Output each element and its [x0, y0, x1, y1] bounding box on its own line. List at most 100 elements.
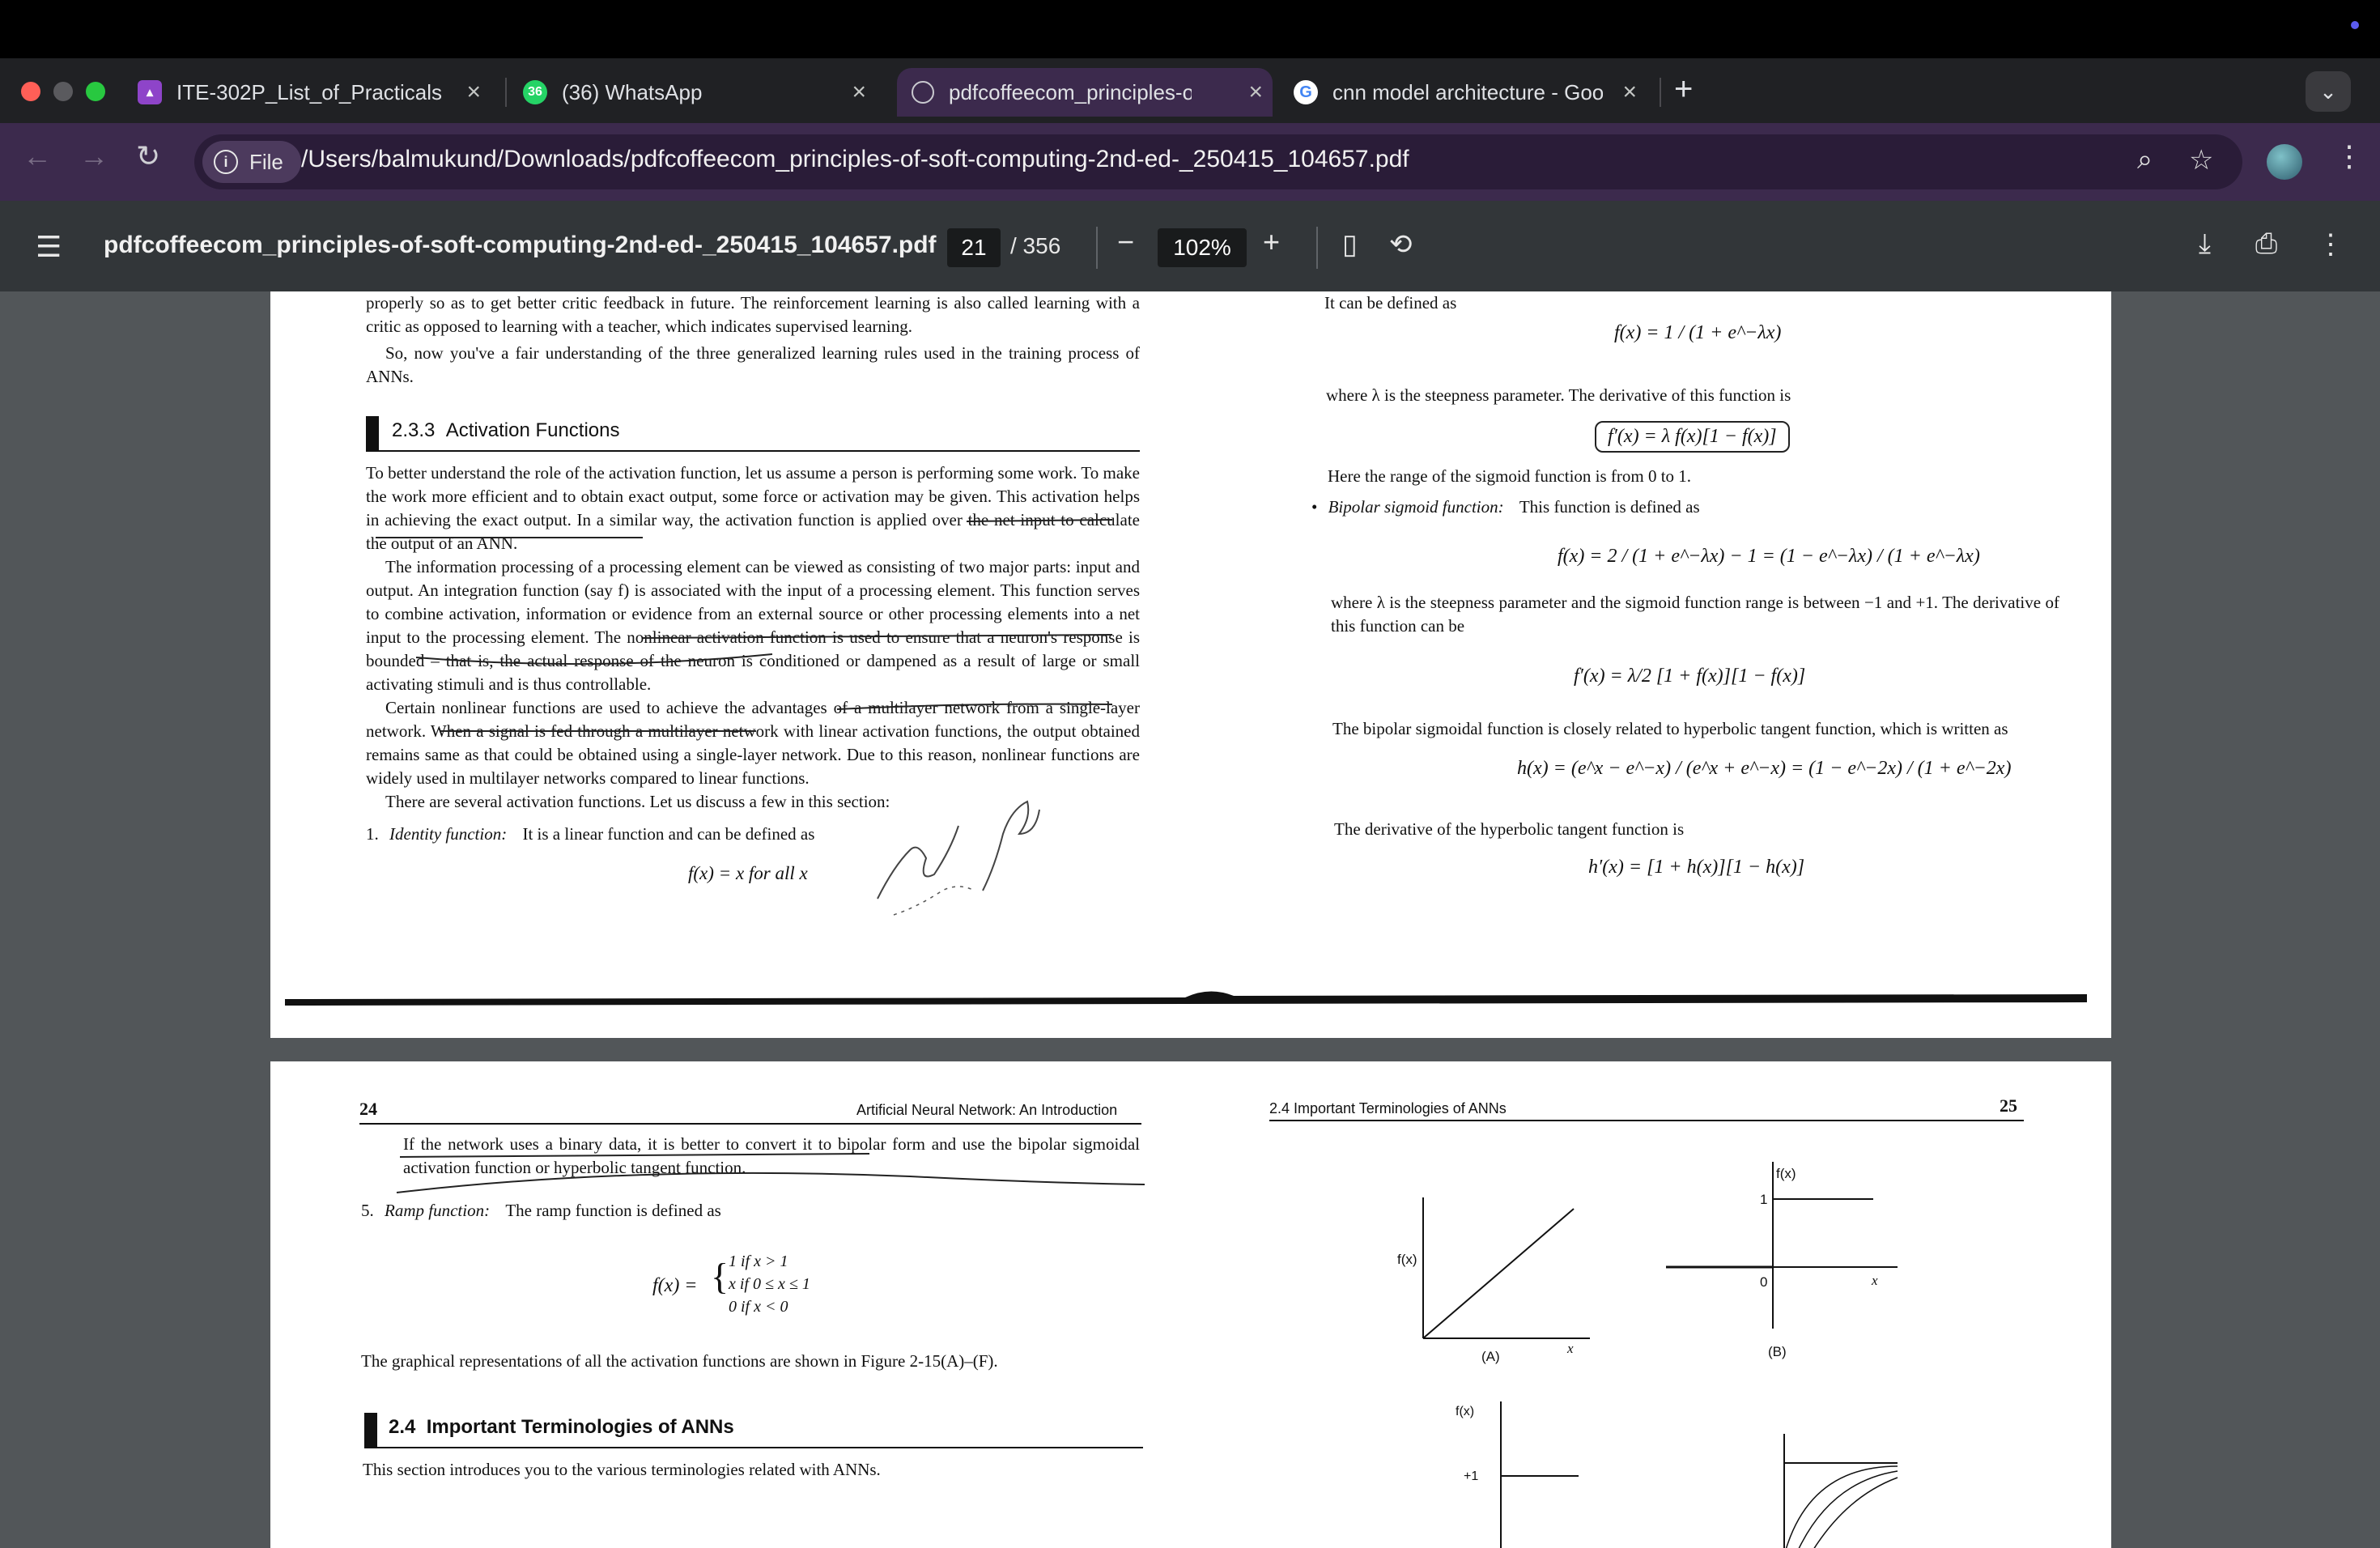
tab-title: cnn model architecture - Goo: [1332, 79, 1603, 104]
ramp-case: x if 0 ≤ x ≤ 1: [729, 1275, 810, 1293]
new-tab-button[interactable]: +: [1674, 71, 1693, 108]
back-button[interactable]: ←: [23, 139, 52, 173]
running-head: 2.4 Important Terminologies of ANNs: [1269, 1100, 1507, 1116]
arrow-right-icon: →: [79, 139, 108, 172]
paragraph: The derivative of the hyperbolic tangent…: [1334, 819, 1685, 839]
close-tab-icon[interactable]: ×: [852, 78, 866, 107]
tab-google-search[interactable]: G cnn model architecture - Goo ×: [1282, 68, 1647, 117]
axis-label: f(x): [1456, 1405, 1475, 1418]
tab-whatsapp[interactable]: 36 (36) WhatsApp ×: [512, 68, 876, 117]
figure-bipolar-step-plot: [1500, 1401, 1579, 1548]
pen-underlines: [376, 519, 1113, 732]
forward-button[interactable]: →: [79, 139, 108, 173]
function-name: Identity function:: [389, 824, 508, 844]
paragraph: It can be defined as: [1324, 293, 1457, 313]
pdf-filename: pdfcoffeecom_principles-of-soft-computin…: [104, 232, 937, 258]
list-number: 5.: [361, 1201, 374, 1220]
classroom-icon: ▴: [138, 80, 162, 104]
chevron-down-icon: ⌄: [2319, 79, 2337, 104]
chip-label: File: [249, 149, 283, 174]
tab-title: ITE-302P_List_of_Practicals: [176, 79, 443, 104]
tab-search-button[interactable]: ⌄: [2306, 71, 2351, 112]
close-tab-icon[interactable]: ×: [1248, 78, 1263, 107]
zoom-out-button[interactable]: −: [1117, 225, 1134, 259]
tanh-equation: h(x) = (e^x − e^−x) / (e^x + e^−x) = (1 …: [1517, 758, 2012, 779]
section-rule: [364, 1447, 1143, 1448]
zoom-in-button[interactable]: +: [1263, 225, 1280, 259]
profile-avatar[interactable]: [2267, 144, 2302, 180]
ramp-case: 1 if x > 1: [729, 1252, 788, 1270]
handwritten-annotation: [877, 800, 1040, 916]
zoom-level-input[interactable]: 102%: [1158, 228, 1247, 267]
site-info-chip[interactable]: i File: [202, 141, 301, 183]
function-name: Ramp function:: [385, 1201, 491, 1220]
fit-page-icon[interactable]: ▯: [1342, 228, 1358, 261]
bipolar-sigmoid-equation: f(x) = 2 / (1 + e^−λx) − 1 = (1 − e^−λx)…: [1558, 546, 1980, 567]
scan-edge-line: [285, 991, 2087, 1006]
header-rule: [359, 1123, 1141, 1125]
figure-caption: (A): [1481, 1349, 1500, 1364]
paragraph: The graphical representations of all the…: [361, 1351, 998, 1371]
axis-label: x: [1872, 1273, 1878, 1288]
minus-icon: −: [1117, 225, 1135, 258]
arrow-left-icon: ←: [23, 139, 52, 172]
reload-button[interactable]: ↻: [136, 139, 160, 173]
tab-divider: [1660, 78, 1661, 107]
whatsapp-icon: 36: [523, 80, 547, 104]
toolbar-divider: [1316, 227, 1318, 269]
axis-tick: 1: [1760, 1192, 1768, 1207]
list-item-identity: 1. Identity function: It is a linear fun…: [366, 823, 814, 846]
pen-underlines: [396, 1153, 1145, 1193]
close-tab-icon[interactable]: ×: [466, 78, 481, 107]
zoom-lens-icon[interactable]: ⌕: [2137, 144, 2153, 176]
toolbar-divider: [1096, 227, 1098, 269]
section-number: 2.4: [389, 1416, 416, 1438]
page-number: 25: [2000, 1095, 2017, 1116]
function-text: This function is defined as: [1519, 497, 1700, 517]
figure-caption: (B): [1768, 1344, 1787, 1359]
section-heading: 2.4 Important Terminologies of ANNs: [389, 1416, 734, 1439]
bipolar-derivative-equation: f′(x) = λ/2 [1 + f(x)][1 − f(x)]: [1574, 666, 1806, 687]
globe-icon: [912, 81, 934, 104]
status-indicator-icon: [2351, 21, 2359, 29]
close-tab-icon[interactable]: ×: [1622, 78, 1637, 107]
more-options-icon[interactable]: ⋮: [2317, 228, 2344, 261]
plus-icon: +: [1263, 225, 1281, 258]
axis-tick: 0: [1760, 1274, 1768, 1290]
page-number-input[interactable]: 21: [947, 228, 1001, 267]
tab-classroom[interactable]: ▴ ITE-302P_List_of_Practicals ×: [126, 68, 491, 117]
zoom-window-button[interactable]: [86, 82, 105, 101]
minimize-window-button[interactable]: [53, 82, 73, 101]
google-icon: G: [1294, 80, 1318, 104]
figure-sigmoid-plot: [1783, 1434, 1898, 1548]
identity-equation: f(x) = x for all x: [688, 863, 808, 883]
pdf-viewport[interactable]: properly so as to get better critic feed…: [0, 291, 2380, 1548]
ramp-case: 0 if x < 0: [729, 1298, 788, 1316]
browser-menu-icon[interactable]: ⋮: [2335, 139, 2364, 173]
pdf-page-spread: 24 Artificial Neural Network: An Introdu…: [270, 1061, 2111, 1548]
list-item-ramp: 5. Ramp function: The ramp function is d…: [361, 1199, 721, 1223]
paragraph: Here the range of the sigmoid function i…: [1328, 466, 1692, 486]
tab-title: (36) WhatsApp: [562, 79, 703, 104]
function-name: Bipolar sigmoid function:: [1328, 497, 1504, 517]
pdf-page-spread: properly so as to get better critic feed…: [270, 291, 2111, 1038]
bullet-bipolar-sigmoid: • Bipolar sigmoid function: This functio…: [1311, 495, 1700, 519]
close-window-button[interactable]: [21, 82, 40, 101]
tab-pdf-active[interactable]: pdfcoffeecom_principles-of-s ×: [897, 68, 1273, 117]
section-title: Important Terminologies of ANNs: [426, 1416, 734, 1438]
whatsapp-badge: 36: [528, 85, 542, 99]
bullet-icon: •: [1311, 497, 1318, 517]
sidebar-menu-icon[interactable]: ☰: [36, 230, 62, 264]
url-text[interactable]: /Users/balmukund/Downloads/pdfcoffeecom_…: [301, 146, 1409, 173]
rotate-icon[interactable]: ⟲: [1389, 228, 1413, 261]
axis-label: f(x): [1397, 1252, 1417, 1267]
bookmark-star-icon[interactable]: ☆: [2189, 144, 2213, 176]
function-text: It is a linear function and can be defin…: [522, 824, 815, 844]
page-total: / 356: [1010, 233, 1061, 258]
paragraph: where λ is the steepness parameter. The …: [1326, 385, 1791, 405]
tanh-derivative-equation: h′(x) = [1 + h(x)][1 − h(x)]: [1588, 857, 1805, 878]
reload-icon: ↻: [136, 139, 161, 172]
header-rule: [1269, 1120, 2024, 1121]
download-icon[interactable]: ⤓: [2199, 228, 2211, 260]
print-icon[interactable]: ⎙: [2255, 228, 2277, 260]
